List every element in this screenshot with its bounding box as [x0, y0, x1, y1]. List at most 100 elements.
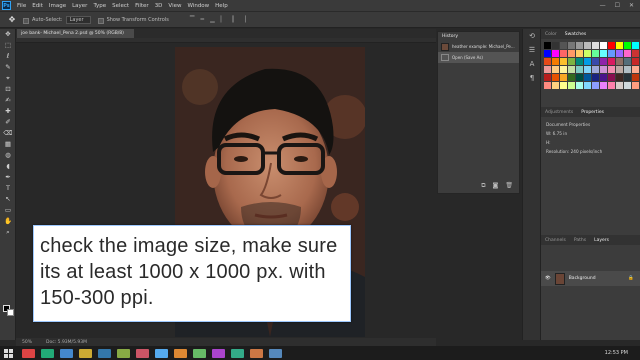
brush-tool-icon[interactable]: ✚: [0, 106, 16, 116]
color-swatch[interactable]: [576, 82, 583, 89]
color-swatch[interactable]: [632, 74, 639, 81]
align-top-icon[interactable]: ▔: [190, 16, 195, 23]
eraser-tool-icon[interactable]: ⌫: [0, 128, 16, 138]
color-swatch[interactable]: [552, 66, 559, 73]
color-swatch[interactable]: [544, 42, 551, 49]
color-swatch[interactable]: [600, 42, 607, 49]
taskbar-app-icon[interactable]: [22, 348, 35, 358]
taskbar-app-icon[interactable]: [250, 348, 263, 358]
color-swatch[interactable]: [560, 82, 567, 89]
tab-channels[interactable]: Channels: [541, 238, 570, 243]
align-right-icon[interactable]: ▕: [241, 16, 246, 23]
auto-select-option[interactable]: Auto-Select: Layer: [23, 15, 91, 24]
history-snapshot-row[interactable]: heather example: Michael_Pe...: [438, 41, 519, 52]
taskbar-app-icon[interactable]: [117, 348, 130, 358]
taskbar-app-icon[interactable]: [41, 348, 54, 358]
transform-controls-checkbox[interactable]: [97, 17, 104, 24]
color-swatch[interactable]: [608, 82, 615, 89]
history-state-row[interactable]: Open (Save As): [438, 52, 519, 63]
transform-controls-option[interactable]: Show Transform Controls: [97, 17, 169, 24]
color-swatch[interactable]: [584, 66, 591, 73]
menu-window[interactable]: Window: [184, 3, 212, 9]
color-swatch[interactable]: [544, 58, 551, 65]
taskbar-app-icon[interactable]: [136, 348, 149, 358]
color-swatch[interactable]: [616, 74, 623, 81]
menu-edit[interactable]: Edit: [29, 3, 46, 9]
color-swatch[interactable]: [592, 74, 599, 81]
menu-3d[interactable]: 3D: [152, 3, 166, 9]
color-swatch[interactable]: [552, 58, 559, 65]
document-tab[interactable]: joe bank- Michael_Pena 2.psd @ 50% (RGB/…: [17, 29, 134, 38]
tab-color[interactable]: Color: [541, 32, 561, 37]
history-panel-icon[interactable]: ⟲: [523, 29, 541, 43]
tab-swatches[interactable]: Swatches: [561, 32, 591, 37]
color-swatch[interactable]: [576, 50, 583, 57]
color-swatch[interactable]: [616, 58, 623, 65]
auto-select-checkbox[interactable]: [23, 17, 29, 24]
clone-stamp-tool-icon[interactable]: ✐: [0, 117, 16, 127]
menu-help[interactable]: Help: [212, 3, 231, 9]
color-swatch[interactable]: [576, 74, 583, 81]
color-swatch[interactable]: [592, 66, 599, 73]
height-value[interactable]: H:: [546, 138, 635, 147]
color-swatch[interactable]: [624, 82, 631, 89]
color-swatch[interactable]: [568, 66, 575, 73]
tab-paths[interactable]: Paths: [570, 238, 590, 243]
taskbar-app-icon[interactable]: [98, 348, 111, 358]
dodge-tool-icon[interactable]: ◖: [0, 161, 16, 171]
color-swatch[interactable]: [632, 82, 639, 89]
eye-icon[interactable]: 👁: [545, 276, 551, 281]
menu-layer[interactable]: Layer: [69, 3, 90, 9]
move-tool-icon[interactable]: ✥: [6, 14, 18, 26]
color-swatch[interactable]: [592, 58, 599, 65]
color-swatch[interactable]: [560, 66, 567, 73]
color-swatch[interactable]: [560, 50, 567, 57]
taskbar-app-icon[interactable]: [174, 348, 187, 358]
auto-select-dropdown[interactable]: Layer: [65, 15, 91, 24]
tab-adjustments[interactable]: Adjustments: [541, 110, 577, 115]
color-swatch[interactable]: [624, 58, 631, 65]
taskbar-app-icon[interactable]: [60, 348, 73, 358]
align-left-icon[interactable]: ▏: [221, 16, 226, 23]
properties-panel-icon[interactable]: ☰: [523, 43, 541, 57]
paragraph-panel-icon[interactable]: ¶: [523, 71, 541, 85]
background-color-swatch[interactable]: [7, 309, 14, 316]
color-swatch[interactable]: [568, 82, 575, 89]
zoom-level[interactable]: 50%: [22, 340, 32, 345]
color-swatch[interactable]: [608, 74, 615, 81]
taskbar-app-icon[interactable]: [269, 348, 282, 358]
color-swatch[interactable]: [560, 58, 567, 65]
type-tool-icon[interactable]: T: [0, 183, 16, 193]
minimize-icon[interactable]: —: [600, 2, 606, 9]
taskbar-app-icon[interactable]: [212, 348, 225, 358]
color-swatch[interactable]: [632, 66, 639, 73]
color-swatch[interactable]: [576, 66, 583, 73]
blur-tool-icon[interactable]: ◍: [0, 150, 16, 160]
color-swatch[interactable]: [632, 42, 639, 49]
color-swatch[interactable]: [624, 74, 631, 81]
color-swatch[interactable]: [616, 42, 623, 49]
color-swatch[interactable]: [592, 50, 599, 57]
color-swatch[interactable]: [544, 50, 551, 57]
zoom-tool-icon[interactable]: ⌕: [0, 227, 16, 237]
camera-icon[interactable]: ◙: [493, 182, 499, 190]
menu-filter[interactable]: Filter: [132, 3, 152, 9]
lasso-tool-icon[interactable]: ℓ: [0, 51, 16, 61]
color-swatch[interactable]: [584, 50, 591, 57]
color-swatch[interactable]: [560, 74, 567, 81]
color-swatch[interactable]: [584, 42, 591, 49]
color-swatch[interactable]: [584, 82, 591, 89]
color-swatch[interactable]: [632, 58, 639, 65]
menu-view[interactable]: View: [165, 3, 184, 9]
color-swatch[interactable]: [624, 42, 631, 49]
color-swatch[interactable]: [600, 74, 607, 81]
color-swatch[interactable]: [552, 42, 559, 49]
color-swatch[interactable]: [632, 50, 639, 57]
color-swatch[interactable]: [600, 66, 607, 73]
color-swatch[interactable]: [576, 42, 583, 49]
color-swatch[interactable]: [592, 82, 599, 89]
tab-properties[interactable]: Properties: [577, 110, 608, 115]
align-bottom-icon[interactable]: ▁: [210, 16, 215, 23]
color-swatch[interactable]: [608, 42, 615, 49]
rectangle-tool-icon[interactable]: ▭: [0, 205, 16, 215]
